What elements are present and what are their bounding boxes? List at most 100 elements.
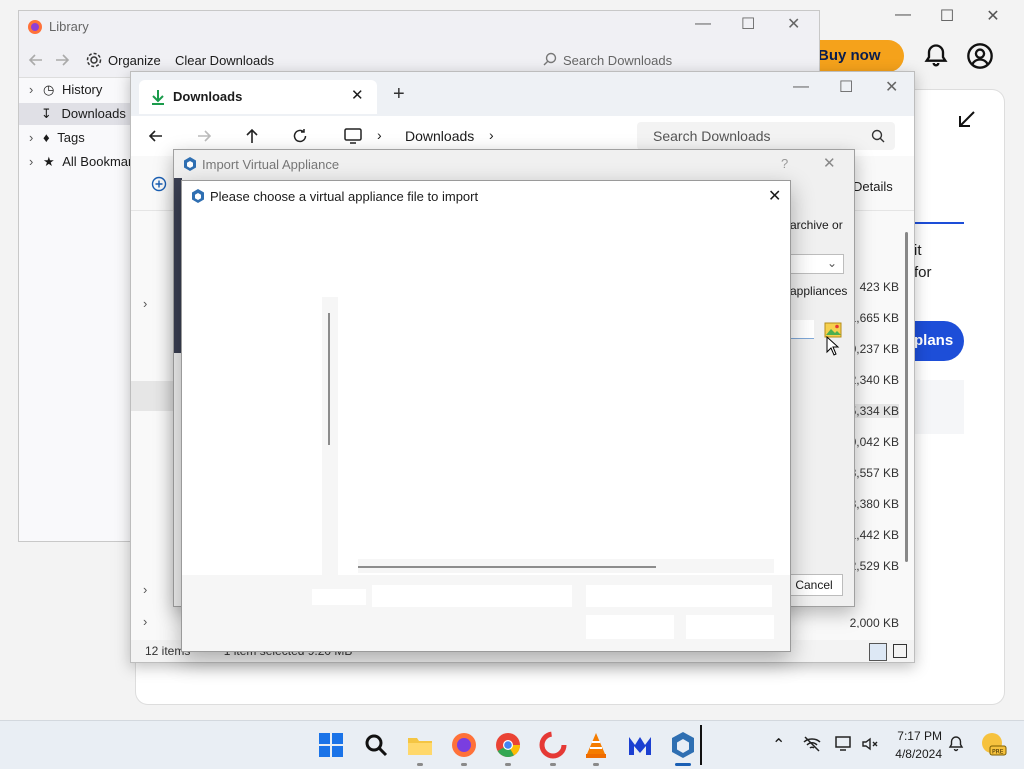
explorer-close-button[interactable]: ✕ bbox=[885, 77, 898, 97]
sidebar-scrollbar[interactable] bbox=[328, 313, 330, 445]
tree-item-all-bookmarks[interactable]: › ★ All Bookmarks bbox=[29, 151, 139, 173]
file-dialog-titlebar: Please choose a virtual appliance file t… bbox=[182, 181, 790, 211]
monitor-icon[interactable] bbox=[343, 127, 363, 145]
import-title: Import Virtual Appliance bbox=[202, 157, 340, 172]
library-close-button[interactable]: ✕ bbox=[787, 14, 800, 34]
refresh-icon[interactable] bbox=[291, 127, 309, 145]
description-text-appliances: appliances bbox=[790, 284, 848, 298]
windows-start-icon[interactable] bbox=[316, 730, 346, 760]
library-maximize-button[interactable]: ☐ bbox=[741, 14, 755, 34]
horizontal-scrollbar[interactable] bbox=[358, 566, 656, 568]
mouse-cursor-icon bbox=[826, 336, 840, 356]
file-dialog-title: Please choose a virtual appliance file t… bbox=[210, 189, 479, 204]
close-button[interactable]: ✕ bbox=[980, 6, 1006, 26]
back-arrow-icon[interactable] bbox=[27, 51, 45, 69]
library-minimize-button[interactable]: — bbox=[695, 15, 711, 33]
sidebar-placeholder bbox=[322, 297, 338, 575]
search-icon[interactable] bbox=[361, 730, 391, 760]
clock-time[interactable]: 7:17 PM bbox=[882, 729, 942, 743]
vertical-scrollbar[interactable] bbox=[905, 232, 908, 562]
chrome-icon[interactable] bbox=[493, 730, 523, 760]
clear-downloads-button[interactable]: Clear Downloads bbox=[175, 53, 274, 68]
up-arrow-icon[interactable] bbox=[243, 127, 261, 145]
open-button[interactable] bbox=[586, 615, 674, 639]
vlc-icon[interactable] bbox=[581, 730, 611, 760]
tree-item-tags[interactable]: › ♦ Tags bbox=[29, 127, 139, 149]
clock-icon: ◷ bbox=[42, 82, 55, 97]
maximize-button[interactable]: ☐ bbox=[934, 6, 960, 26]
file-chooser-dialog: Please choose a virtual appliance file t… bbox=[181, 180, 791, 652]
star-icon: ★ bbox=[42, 154, 55, 169]
malwarebytes-icon[interactable] bbox=[625, 730, 655, 760]
library-search-placeholder: Search Downloads bbox=[563, 53, 673, 68]
tree-label: Downloads bbox=[61, 106, 126, 121]
details-button[interactable]: Details bbox=[853, 179, 893, 194]
organize-menu[interactable]: Organize bbox=[108, 53, 161, 68]
file-dialog-close-button[interactable]: ✕ bbox=[768, 186, 781, 206]
side-text-2: for bbox=[914, 264, 932, 281]
search-icon bbox=[543, 52, 557, 66]
running-indicator bbox=[417, 763, 423, 766]
chevron-right-icon[interactable]: › bbox=[143, 582, 147, 597]
buy-now-button[interactable]: Buy now bbox=[808, 40, 904, 72]
cancel-button[interactable]: Cancel bbox=[785, 574, 843, 596]
forward-arrow-icon[interactable] bbox=[195, 127, 213, 145]
underline-accent bbox=[914, 222, 964, 224]
library-title: Library bbox=[49, 19, 89, 34]
chevron-right-icon[interactable]: › bbox=[143, 614, 147, 629]
download-icon: ↧ bbox=[41, 106, 52, 121]
library-search-input[interactable]: Search Downloads bbox=[541, 49, 811, 71]
tab-title: Downloads bbox=[173, 89, 243, 104]
details-view-icon[interactable] bbox=[869, 643, 887, 661]
tree-label: History bbox=[61, 82, 103, 97]
chevron-right-icon[interactable]: › bbox=[143, 296, 147, 311]
running-indicator bbox=[505, 763, 511, 766]
minimize-button[interactable]: — bbox=[890, 6, 916, 26]
chevron-right-icon[interactable]: › bbox=[489, 127, 494, 143]
account-icon[interactable] bbox=[966, 42, 994, 70]
source-select[interactable]: ⌄ bbox=[786, 254, 844, 274]
side-card bbox=[912, 380, 964, 434]
filename-input[interactable] bbox=[372, 585, 572, 607]
display-icon[interactable] bbox=[834, 734, 854, 754]
tiles-view-icon[interactable] bbox=[893, 644, 907, 658]
filename-label-placeholder bbox=[312, 589, 366, 605]
tab-close-icon[interactable]: ✕ bbox=[351, 86, 364, 104]
new-plus-icon[interactable] bbox=[151, 176, 167, 192]
collapse-arrow-icon[interactable] bbox=[954, 108, 978, 132]
new-tab-button[interactable]: + bbox=[393, 83, 405, 106]
running-indicator bbox=[461, 763, 467, 766]
volume-muted-icon[interactable] bbox=[860, 734, 880, 754]
description-text-archive: archive or bbox=[790, 218, 843, 232]
bell-icon[interactable] bbox=[922, 42, 950, 70]
explorer-minimize-button[interactable]: — bbox=[793, 78, 809, 96]
file-dialog-cancel-button[interactable] bbox=[686, 615, 774, 639]
size-cell: 2,000 KB bbox=[849, 616, 899, 628]
explorer-search-input[interactable]: Search Downloads bbox=[637, 122, 895, 150]
back-arrow-icon[interactable] bbox=[147, 127, 165, 145]
tree-item-history[interactable]: › ◷ History bbox=[29, 79, 139, 101]
breadcrumb-downloads[interactable]: Downloads bbox=[405, 128, 474, 144]
download-green-icon bbox=[149, 88, 167, 106]
import-close-button[interactable]: ✕ bbox=[823, 154, 836, 172]
virtualbox-icon[interactable] bbox=[668, 730, 698, 760]
forward-arrow-icon[interactable] bbox=[53, 51, 71, 69]
file-type-select[interactable] bbox=[586, 585, 772, 607]
taskbar: ⌃ 7:17 PM 4/8/2024 PRE bbox=[0, 720, 1024, 769]
chevron-up-icon[interactable]: ⌃ bbox=[772, 735, 785, 755]
running-indicator bbox=[593, 763, 599, 766]
firefox-icon bbox=[27, 19, 43, 35]
chevron-right-icon: › bbox=[377, 127, 382, 143]
notification-bell-icon[interactable] bbox=[946, 734, 966, 754]
ccleaner-icon[interactable] bbox=[538, 730, 568, 760]
copilot-pre-icon[interactable]: PRE bbox=[978, 729, 1008, 759]
navigation-pane: › › › bbox=[131, 216, 175, 636]
virtualbox-icon bbox=[190, 188, 206, 204]
file-explorer-icon[interactable] bbox=[405, 730, 435, 760]
explorer-maximize-button[interactable]: ☐ bbox=[839, 77, 853, 97]
firefox-icon[interactable] bbox=[449, 730, 479, 760]
clock-date[interactable]: 4/8/2024 bbox=[882, 747, 942, 761]
help-button[interactable]: ? bbox=[781, 156, 788, 171]
network-off-icon[interactable] bbox=[802, 734, 822, 754]
tab-downloads[interactable]: Downloads ✕ bbox=[139, 80, 377, 114]
